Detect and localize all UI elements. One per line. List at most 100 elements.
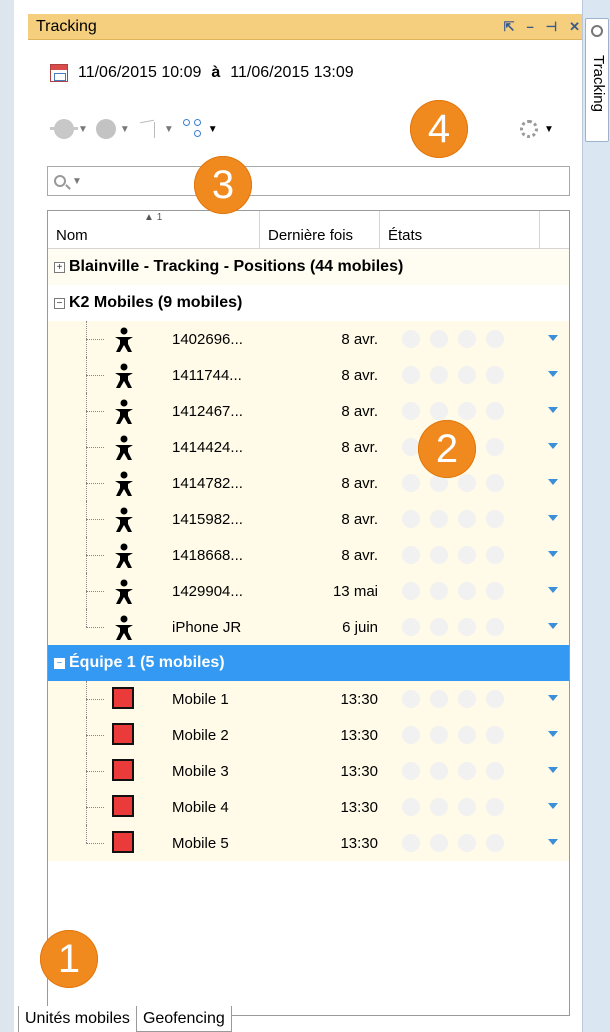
person-icon <box>112 435 136 460</box>
pin-icon[interactable]: ⊣ <box>546 19 557 35</box>
red-square-icon <box>112 723 136 747</box>
mobile-row[interactable]: Mobile 4 13:30 <box>48 789 569 825</box>
callout-badge-3: 3 <box>194 156 252 214</box>
globe-icon <box>50 119 78 139</box>
row-dropdown-icon[interactable] <box>548 551 558 557</box>
state-network-icon <box>430 582 448 600</box>
row-dropdown-icon[interactable] <box>548 839 558 845</box>
tab-unites-mobiles[interactable]: Unités mobiles <box>18 1006 137 1032</box>
expand-icon[interactable]: + <box>54 261 65 273</box>
state-circle-icon <box>402 618 420 636</box>
mobile-row[interactable]: Mobile 1 13:30 <box>48 681 569 717</box>
group-row[interactable]: + Blainville - Tracking - Positions (44 m… <box>48 249 569 285</box>
person-icon <box>112 543 136 568</box>
last-seen: 8 avr. <box>341 510 378 528</box>
mobile-row[interactable]: iPhone JR 6 juin <box>48 609 569 645</box>
chevron-down-icon[interactable]: ▼ <box>72 176 82 187</box>
mobile-name: 1418668... <box>172 546 243 564</box>
group-name: Équipe 1 (5 mobiles) <box>69 654 225 671</box>
grid-header: ▲ 1 Nom Dernière fois États <box>48 211 569 249</box>
row-dropdown-icon[interactable] <box>548 731 558 737</box>
mobile-row[interactable]: 1429904... 13 mai <box>48 573 569 609</box>
mobile-row[interactable]: 1411744... 8 avr. <box>48 357 569 393</box>
search-icon[interactable] <box>54 175 66 187</box>
mobile-row[interactable]: 1412467... 8 avr. <box>48 393 569 429</box>
row-dropdown-icon[interactable] <box>548 803 558 809</box>
tree-branch <box>86 519 104 520</box>
group-row[interactable]: − Équipe 1 (5 mobiles) <box>48 645 569 681</box>
state-icons <box>402 366 504 384</box>
tree-branch <box>86 375 104 376</box>
globe-tool-button[interactable]: ▼ <box>50 119 88 139</box>
state-network-icon <box>430 546 448 564</box>
column-header-nom[interactable]: ▲ 1 Nom <box>48 211 260 248</box>
state-circle-icon <box>402 474 420 492</box>
tab-geofencing[interactable]: Geofencing <box>136 1006 232 1032</box>
mobile-row[interactable]: 1415982... 8 avr. <box>48 501 569 537</box>
bottom-tabs: Unités mobiles Geofencing <box>18 1006 232 1032</box>
date-range[interactable]: 11/06/2015 10:09 à 11/06/2015 13:09 <box>50 60 354 86</box>
side-tab-tracking[interactable]: Tracking <box>585 18 609 142</box>
float-window-icon[interactable]: ⇱ <box>504 19 515 35</box>
tree-branch <box>86 339 104 340</box>
search-box[interactable]: ▼ <box>47 166 570 196</box>
row-dropdown-icon[interactable] <box>548 335 558 341</box>
circle-tool-button[interactable]: ▼ <box>95 119 130 139</box>
state-path-icon <box>486 618 504 636</box>
row-dropdown-icon[interactable] <box>548 623 558 629</box>
column-header-etats[interactable]: États <box>380 211 540 248</box>
tree-line <box>86 609 87 627</box>
row-dropdown-icon[interactable] <box>548 587 558 593</box>
mobile-row[interactable]: Mobile 2 13:30 <box>48 717 569 753</box>
group-row[interactable]: − K2 Mobiles (9 mobiles) <box>48 285 569 321</box>
path-icon <box>138 118 160 140</box>
row-dropdown-icon[interactable] <box>548 767 558 773</box>
state-globe-icon <box>458 834 476 852</box>
mobile-name: 1429904... <box>172 582 243 600</box>
state-network-icon <box>430 762 448 780</box>
tree-branch <box>86 627 104 628</box>
row-dropdown-icon[interactable] <box>548 695 558 701</box>
calendar-icon[interactable] <box>50 64 68 82</box>
panel-window-controls: ⇱ – ⊣ ✕ <box>504 19 580 35</box>
close-icon[interactable]: ✕ <box>569 19 580 35</box>
state-globe-icon <box>458 402 476 420</box>
state-path-icon <box>486 726 504 744</box>
mobile-row[interactable]: 1418668... 8 avr. <box>48 537 569 573</box>
state-icons <box>402 402 504 420</box>
state-network-icon <box>430 798 448 816</box>
network-tool-button[interactable]: ▼ <box>182 118 218 140</box>
row-dropdown-icon[interactable] <box>548 407 558 413</box>
tree-branch <box>86 555 104 556</box>
row-dropdown-icon[interactable] <box>548 371 558 377</box>
state-icons <box>402 762 504 780</box>
mobile-row[interactable]: Mobile 5 13:30 <box>48 825 569 861</box>
row-dropdown-icon[interactable] <box>548 479 558 485</box>
row-dropdown-icon[interactable] <box>548 515 558 521</box>
state-icons <box>402 330 504 348</box>
person-icon <box>112 615 136 640</box>
state-circle-icon <box>402 726 420 744</box>
search-input[interactable] <box>87 168 569 194</box>
state-icons <box>402 834 504 852</box>
mobile-row[interactable]: 1414424... 8 avr. <box>48 429 569 465</box>
path-tool-button[interactable]: ▼ <box>138 118 174 140</box>
state-circle-icon <box>402 582 420 600</box>
last-seen: 13:30 <box>340 726 378 744</box>
column-header-derniere-fois[interactable]: Dernière fois <box>260 211 380 248</box>
mobile-row[interactable]: Mobile 3 13:30 <box>48 753 569 789</box>
person-icon <box>112 579 136 604</box>
mobile-row[interactable]: 1414782... 8 avr. <box>48 465 569 501</box>
settings-button[interactable]: ▼ <box>520 120 554 138</box>
callout-badge-1: 1 <box>40 930 98 988</box>
collapse-icon[interactable]: − <box>54 297 65 309</box>
mobile-row[interactable]: 1402696... 8 avr. <box>48 321 569 357</box>
red-square-icon <box>112 795 136 819</box>
callout-badge-2: 2 <box>418 420 476 478</box>
chevron-down-icon: ▼ <box>119 123 130 135</box>
collapse-icon[interactable]: − <box>54 657 65 669</box>
mobile-name: Mobile 2 <box>172 726 229 744</box>
state-icons <box>402 510 504 528</box>
row-dropdown-icon[interactable] <box>548 443 558 449</box>
minimize-icon[interactable]: – <box>527 19 534 34</box>
